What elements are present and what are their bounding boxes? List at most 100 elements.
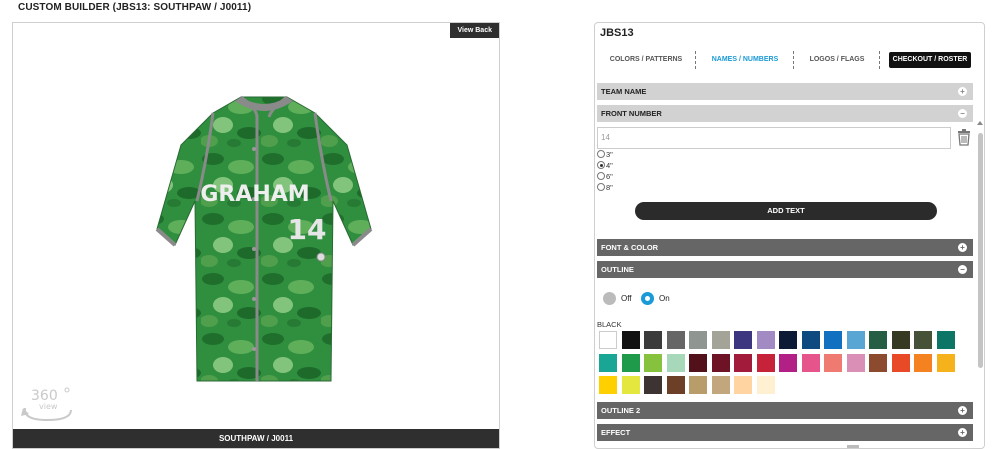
expand-icon[interactable]: + xyxy=(958,87,967,96)
section-outline-label: OUTLINE xyxy=(601,265,634,274)
color-swatch[interactable] xyxy=(621,331,640,349)
tab-separator xyxy=(793,51,794,69)
color-swatch[interactable] xyxy=(621,376,640,394)
section-front-number-label: FRONT NUMBER xyxy=(601,109,662,118)
color-swatch[interactable] xyxy=(846,331,865,349)
color-swatch[interactable] xyxy=(666,331,685,349)
color-swatch[interactable] xyxy=(801,353,820,372)
tab-names-numbers[interactable]: NAMES / NUMBERS xyxy=(699,49,791,71)
color-swatch[interactable] xyxy=(936,353,955,372)
radio-button[interactable] xyxy=(597,150,605,159)
color-swatch[interactable] xyxy=(756,376,775,394)
size-label: 3" xyxy=(606,150,613,159)
color-swatch[interactable] xyxy=(846,353,865,372)
drag-handle[interactable] xyxy=(847,445,859,448)
color-swatch[interactable] xyxy=(711,376,730,394)
section-font-color-label: FONT & COLOR xyxy=(601,243,659,252)
color-swatch[interactable] xyxy=(689,376,707,394)
color-swatch[interactable] xyxy=(599,376,617,394)
collapse-icon[interactable]: − xyxy=(958,109,967,118)
add-text-button[interactable]: ADD TEXT xyxy=(635,202,937,220)
360-view-icon[interactable]: 360 view xyxy=(19,386,79,424)
color-swatch[interactable] xyxy=(824,331,842,349)
viewer-footer: SOUTHPAW / J0011 xyxy=(13,429,499,448)
section-font-color[interactable]: FONT & COLOR + xyxy=(597,239,973,256)
size-option-8in[interactable]: 8" xyxy=(597,182,613,193)
color-swatch[interactable] xyxy=(734,331,752,349)
color-swatch[interactable] xyxy=(824,353,842,372)
color-swatch[interactable] xyxy=(599,331,617,349)
size-label: 4" xyxy=(606,161,613,170)
color-swatch[interactable] xyxy=(621,353,640,372)
color-swatch[interactable] xyxy=(711,331,730,349)
color-swatch[interactable] xyxy=(711,353,730,372)
tab-separator xyxy=(695,51,696,69)
section-team-name-label: TEAM NAME xyxy=(601,87,647,96)
scrollbar-thumb[interactable] xyxy=(978,133,983,368)
scroll-up-arrow[interactable] xyxy=(977,121,983,125)
expand-icon[interactable]: + xyxy=(958,428,967,437)
outline-on-label: On xyxy=(659,294,670,303)
color-swatch[interactable] xyxy=(734,353,752,372)
section-effect[interactable]: EFFECT + xyxy=(597,424,973,441)
color-swatch[interactable] xyxy=(599,353,617,372)
view-back-button[interactable]: View Back xyxy=(450,23,499,38)
radio-button[interactable] xyxy=(597,183,605,192)
tab-logos-flags[interactable]: LOGOS / FLAGS xyxy=(799,49,875,71)
jersey-number-text: 14 xyxy=(288,213,327,246)
size-label: 6" xyxy=(606,172,613,181)
section-team-name[interactable]: TEAM NAME + xyxy=(597,83,973,100)
color-swatch[interactable] xyxy=(914,353,932,372)
color-swatch[interactable] xyxy=(914,331,932,349)
section-outline-2[interactable]: OUTLINE 2 + xyxy=(597,402,973,419)
color-swatch[interactable] xyxy=(869,331,887,349)
color-swatch[interactable] xyxy=(756,353,775,372)
jersey-viewer[interactable]: View Back GRAHAM 14 360 view SOUTHPAW / … xyxy=(12,22,500,449)
tab-checkout-roster[interactable]: CHECKOUT / ROSTER xyxy=(889,52,971,68)
section-front-number[interactable]: FRONT NUMBER − xyxy=(597,105,973,122)
jersey-preview[interactable]: GRAHAM 14 xyxy=(141,89,387,389)
jersey-name-text: GRAHAM xyxy=(200,182,309,207)
outline-off-radio[interactable] xyxy=(603,292,616,305)
color-swatch[interactable] xyxy=(891,353,910,372)
color-swatch[interactable] xyxy=(666,353,685,372)
outline-off-label: Off xyxy=(621,294,632,303)
expand-icon[interactable]: + xyxy=(958,406,967,415)
size-option-6in[interactable]: 6" xyxy=(597,171,613,182)
tab-separator xyxy=(879,51,880,69)
color-swatch[interactable] xyxy=(936,331,955,349)
color-swatch[interactable] xyxy=(689,353,707,372)
color-swatch[interactable] xyxy=(644,376,662,394)
size-option-3in[interactable]: 3" xyxy=(597,149,613,160)
panel-title: JBS13 xyxy=(600,27,634,39)
section-outline[interactable]: OUTLINE − xyxy=(597,261,973,278)
color-swatch[interactable] xyxy=(734,376,752,394)
color-swatch[interactable] xyxy=(869,353,887,372)
color-swatch[interactable] xyxy=(801,331,820,349)
radio-button[interactable] xyxy=(597,172,605,181)
builder-panel: JBS13 COLORS / PATTERNS NAMES / NUMBERS … xyxy=(594,22,985,449)
section-outline-2-label: OUTLINE 2 xyxy=(601,406,641,415)
color-swatch[interactable] xyxy=(891,331,910,349)
color-swatch[interactable] xyxy=(779,353,797,372)
360-view-label: view xyxy=(39,402,58,411)
outline-on-radio[interactable] xyxy=(641,292,654,305)
trash-icon[interactable] xyxy=(956,128,972,146)
color-swatch[interactable] xyxy=(779,331,797,349)
color-swatch[interactable] xyxy=(666,376,685,394)
color-swatch[interactable] xyxy=(644,353,662,372)
tab-bar: COLORS / PATTERNS NAMES / NUMBERS LOGOS … xyxy=(595,49,984,71)
size-option-4in[interactable]: 4" xyxy=(597,160,613,171)
section-effect-label: EFFECT xyxy=(601,428,631,437)
collapse-icon[interactable]: − xyxy=(958,265,967,274)
radio-button-selected[interactable] xyxy=(597,161,605,170)
size-label: 8" xyxy=(606,183,613,192)
expand-icon[interactable]: + xyxy=(958,243,967,252)
tab-colors-patterns[interactable]: COLORS / PATTERNS xyxy=(601,49,691,71)
color-swatch[interactable] xyxy=(756,331,775,349)
selected-color-name: BLACK xyxy=(597,320,622,329)
front-number-input[interactable]: 14 xyxy=(597,127,951,149)
page-title: CUSTOM BUILDER (JBS13: SOUTHPAW / J0011) xyxy=(18,2,252,13)
color-swatch[interactable] xyxy=(644,331,662,349)
color-swatch[interactable] xyxy=(689,331,707,349)
